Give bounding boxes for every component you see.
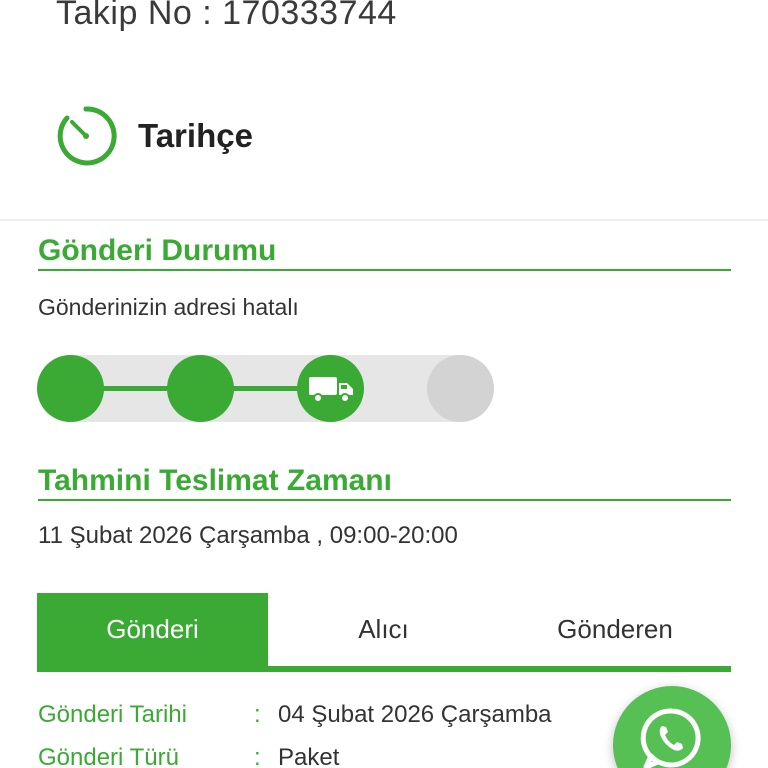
progress-connector xyxy=(227,386,303,391)
progress-step-2 xyxy=(167,355,234,422)
progress-connector xyxy=(97,386,173,391)
history-button[interactable]: Tarihçe xyxy=(54,104,253,168)
status-text: Gönderinizin adresi hatalı xyxy=(38,294,299,320)
header-divider xyxy=(0,219,768,221)
progress-step-3-current xyxy=(297,355,364,422)
progress-step-1 xyxy=(37,355,104,422)
whatsapp-button[interactable] xyxy=(613,686,731,768)
detail-label: Gönderi Tarihi xyxy=(38,701,187,728)
shipment-status-underline xyxy=(38,269,731,271)
eta-underline xyxy=(38,499,731,501)
tracking-number: Takip No : 170333744 xyxy=(56,0,397,32)
eta-title: Tahmini Teslimat Zamanı xyxy=(38,464,392,497)
detail-colon: : xyxy=(254,701,261,728)
history-title: Tarihçe xyxy=(138,117,253,154)
progress-tracker xyxy=(37,355,494,422)
tabs-underline xyxy=(37,666,731,672)
shipment-status-title: Gönderi Durumu xyxy=(38,234,277,267)
details-tabs: Gönderi Alıcı Gönderen xyxy=(37,593,731,672)
tab-gonderi[interactable]: Gönderi xyxy=(37,593,268,666)
whatsapp-icon xyxy=(640,708,701,768)
tab-alici[interactable]: Alıcı xyxy=(268,593,499,666)
history-clock-icon xyxy=(57,106,117,166)
detail-label: Gönderi Türü xyxy=(38,744,179,768)
detail-value: 04 Şubat 2026 Çarşamba xyxy=(278,701,552,728)
progress-step-4 xyxy=(427,355,494,422)
detail-value: Paket xyxy=(278,744,340,768)
shipment-tracking-page: Takip No : 170333744 Tarihçe Gönderi Dur… xyxy=(0,0,768,768)
truck-icon xyxy=(308,376,353,403)
detail-colon: : xyxy=(254,744,261,768)
eta-value: 11 Şubat 2026 Çarşamba , 09:00-20:00 xyxy=(38,522,458,549)
tab-gonderen[interactable]: Gönderen xyxy=(499,593,731,666)
